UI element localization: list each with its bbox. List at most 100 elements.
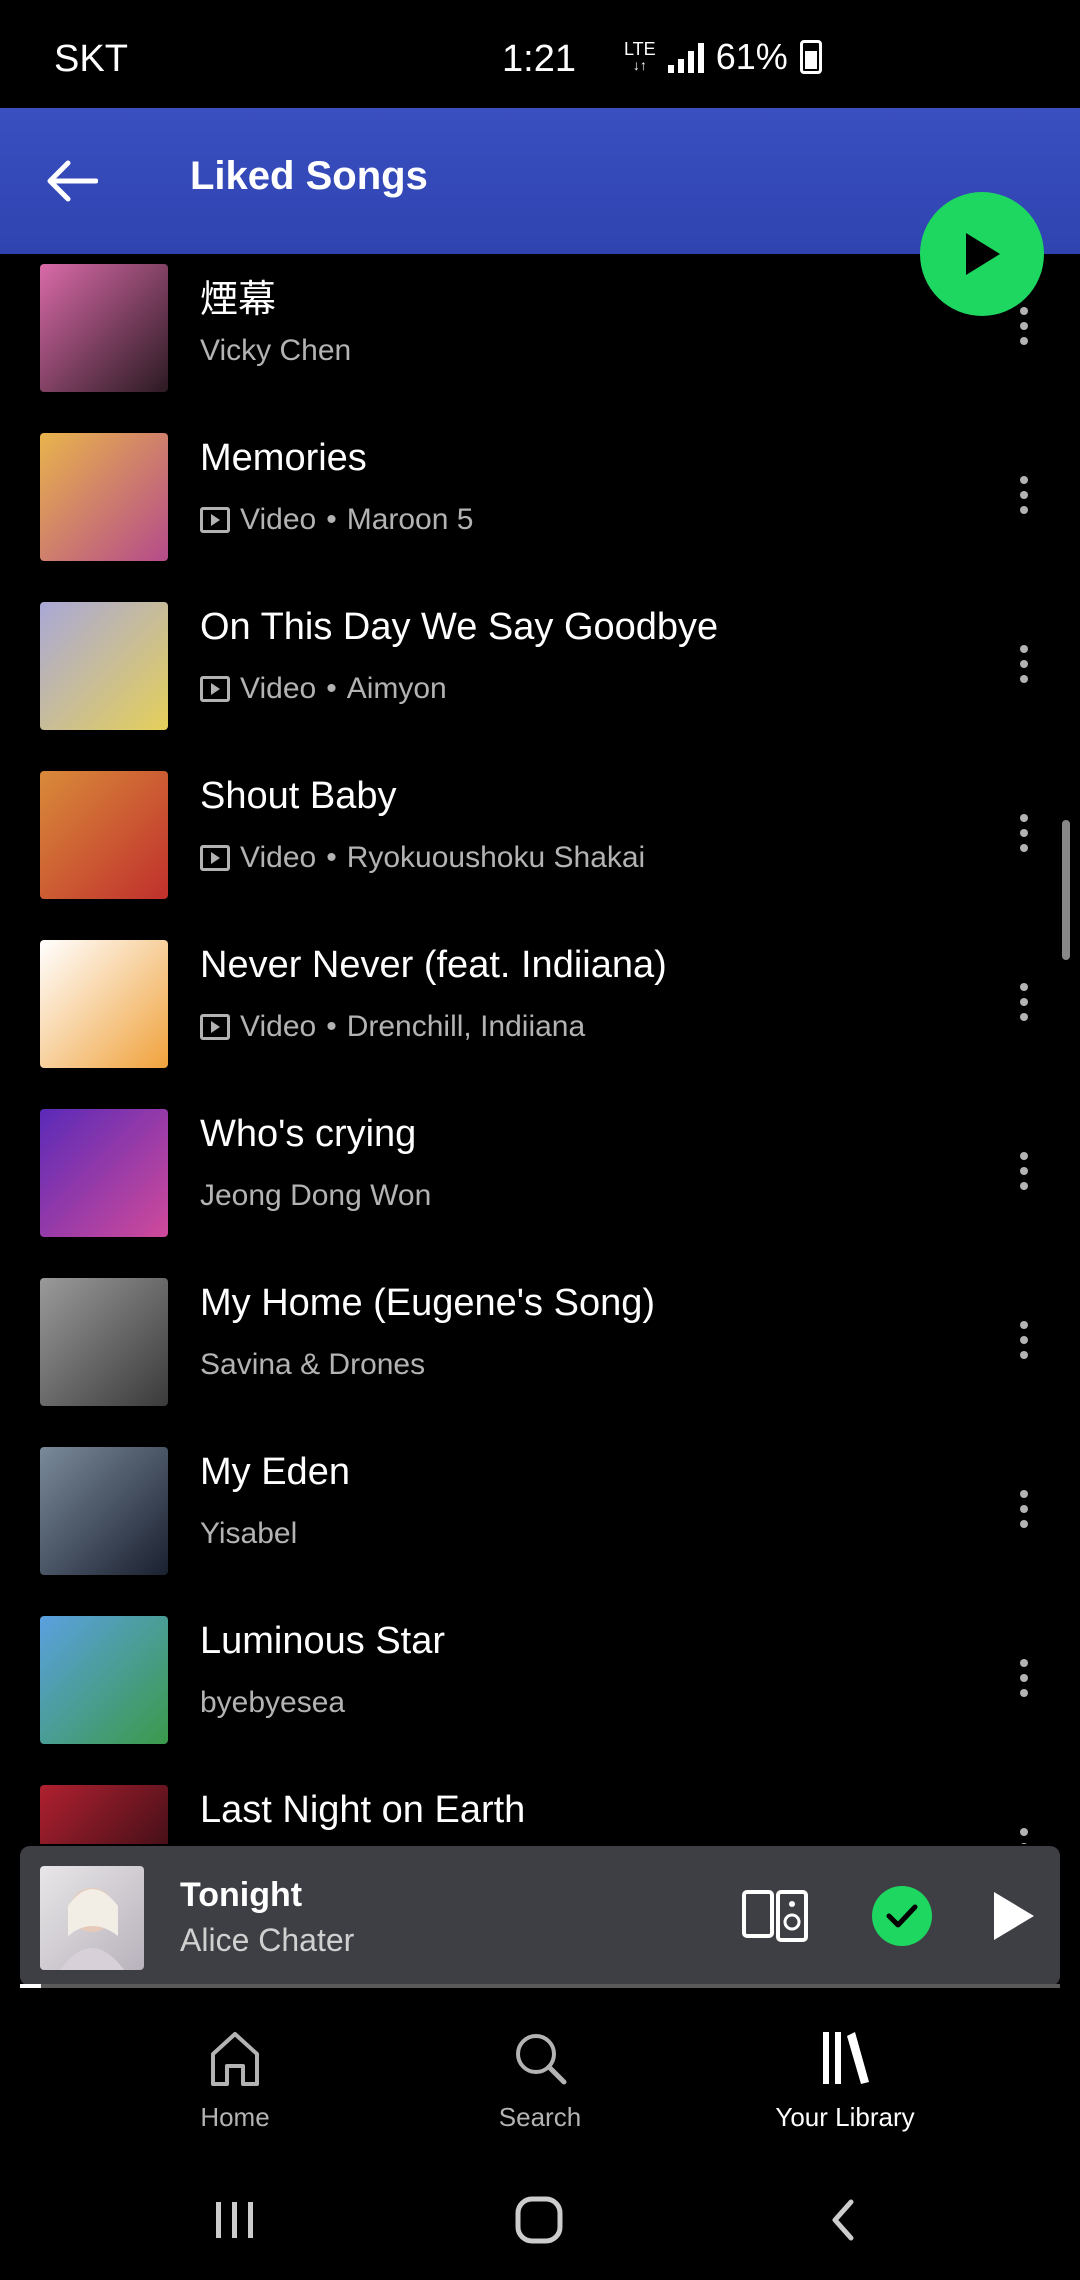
more-options-button[interactable] [1008,1815,1040,1844]
shuffle-play-button[interactable] [920,192,1044,316]
album-art [40,771,168,899]
nav-search-label: Search [498,2102,582,2132]
song-row[interactable]: My Eden Yisabel [0,1437,1080,1606]
recent-apps-button[interactable] [200,2190,270,2250]
more-options-button[interactable] [1008,1646,1040,1710]
mini-play-button[interactable] [982,1884,1042,1948]
song-title: Who's crying [200,1113,417,1155]
more-dot-icon [1020,1182,1028,1190]
album-art [40,1109,168,1237]
song-row[interactable]: 煙幕 Vicky Chen [0,254,1080,423]
song-artist: Maroon 5 [346,503,474,536]
video-label: Video [240,841,317,874]
video-label: Video [240,503,317,536]
scrollbar[interactable] [1062,820,1070,960]
nav-home[interactable]: Home [135,2026,335,2133]
more-dot-icon [1020,307,1028,315]
nav-your-library[interactable]: Your Library [745,2026,945,2133]
more-dot-icon [1020,1351,1028,1359]
album-art [40,1278,168,1406]
arrow-left-icon [47,160,98,202]
video-icon [200,676,230,702]
liked-toggle-button[interactable] [872,1886,932,1946]
more-dot-icon [1020,491,1028,499]
video-label: Video [240,1010,317,1043]
separator-dot: • [326,672,337,705]
recents-icon [216,2202,253,2238]
song-subtitle: Video • Maroon 5 [200,503,473,537]
song-artist: Jeong Dong Won [200,1179,432,1212]
video-icon [200,507,230,533]
song-artist: Vicky Chen [200,334,352,367]
song-subtitle: Video • Aimyon [200,672,447,706]
song-title: Last Night on Earth [200,1789,526,1831]
song-title: Memories [200,437,367,479]
more-dot-icon [1020,1674,1028,1682]
separator-dot: • [326,841,337,874]
more-dot-icon [1020,337,1028,345]
library-icon [823,2032,869,2084]
more-dot-icon [1020,1013,1028,1021]
back-system-button[interactable] [808,2190,878,2250]
song-row[interactable]: Luminous Star byebyesea [0,1606,1080,1775]
song-title: My Eden [200,1451,350,1493]
song-title: 煙幕 [200,279,277,321]
more-dot-icon [1020,998,1028,1006]
song-row[interactable]: On This Day We Say Goodbye Video • Aimyon [0,592,1080,761]
video-icon [200,1014,230,1040]
song-row[interactable]: Who's crying Jeong Dong Won [0,1099,1080,1268]
more-dot-icon [1020,829,1028,837]
song-row[interactable]: Memories Video • Maroon 5 [0,423,1080,592]
song-list[interactable]: 煙幕 Vicky Chen Memories Video • Maroon 5 On Thi… [0,254,1080,1844]
more-options-button[interactable] [1008,463,1040,527]
more-dot-icon [1020,844,1028,852]
song-artist: Drenchill, Indiiana [346,1010,586,1043]
home-system-button[interactable] [504,2190,574,2250]
more-options-button[interactable] [1008,970,1040,1034]
nav-home-label: Home [200,2102,270,2132]
battery-percent: 61% [715,36,788,77]
video-label: Video [240,672,317,705]
album-art [40,1785,168,1844]
more-dot-icon [1020,1828,1028,1836]
song-subtitle: Savina & Drones [200,1348,425,1382]
song-row[interactable]: Last Night on Earth [0,1775,1080,1844]
album-art [40,1616,168,1744]
song-subtitle: Video • Ryokuoushoku Shakai [200,841,645,875]
more-dot-icon [1020,645,1028,653]
video-icon [200,845,230,871]
more-options-button[interactable] [1008,801,1040,865]
album-art [40,264,168,392]
playback-progress-fill [20,1984,41,1988]
more-dot-icon [1020,1520,1028,1528]
status-bar: SKT 1:21 LTE ↓↑ 61% [0,0,1080,108]
connect-device-button[interactable] [740,1886,810,1946]
song-subtitle: Jeong Dong Won [200,1179,431,1213]
album-art [40,1447,168,1575]
nav-search[interactable]: Search [440,2026,640,2133]
more-options-button[interactable] [1008,1477,1040,1541]
more-dot-icon [1020,1321,1028,1329]
album-art [40,940,168,1068]
back-button[interactable] [36,146,106,216]
mini-player[interactable]: Tonight Alice Chater [20,1846,1060,1986]
chevron-left-icon [832,2199,854,2241]
song-title: Never Never (feat. Indiiana) [200,944,667,986]
song-row[interactable]: Shout Baby Video • Ryokuoushoku Shakai [0,761,1080,930]
more-dot-icon [1020,322,1028,330]
more-options-button[interactable] [1008,1139,1040,1203]
check-icon [886,1904,918,1928]
play-icon [994,1892,1034,1940]
now-playing-album-art [40,1866,144,1970]
more-options-button[interactable] [1008,632,1040,696]
song-artist: Aimyon [346,672,447,705]
more-dot-icon [1020,675,1028,683]
song-row[interactable]: My Home (Eugene's Song) Savina & Drones [0,1268,1080,1437]
playback-progress [20,1984,1060,1988]
song-row[interactable]: Never Never (feat. Indiiana) Video • Drench… [0,930,1080,1099]
album-art [40,433,168,561]
song-artist: Savina & Drones [200,1348,426,1381]
more-dot-icon [1020,814,1028,822]
more-options-button[interactable] [1008,1308,1040,1372]
separator-dot: • [326,1010,337,1043]
